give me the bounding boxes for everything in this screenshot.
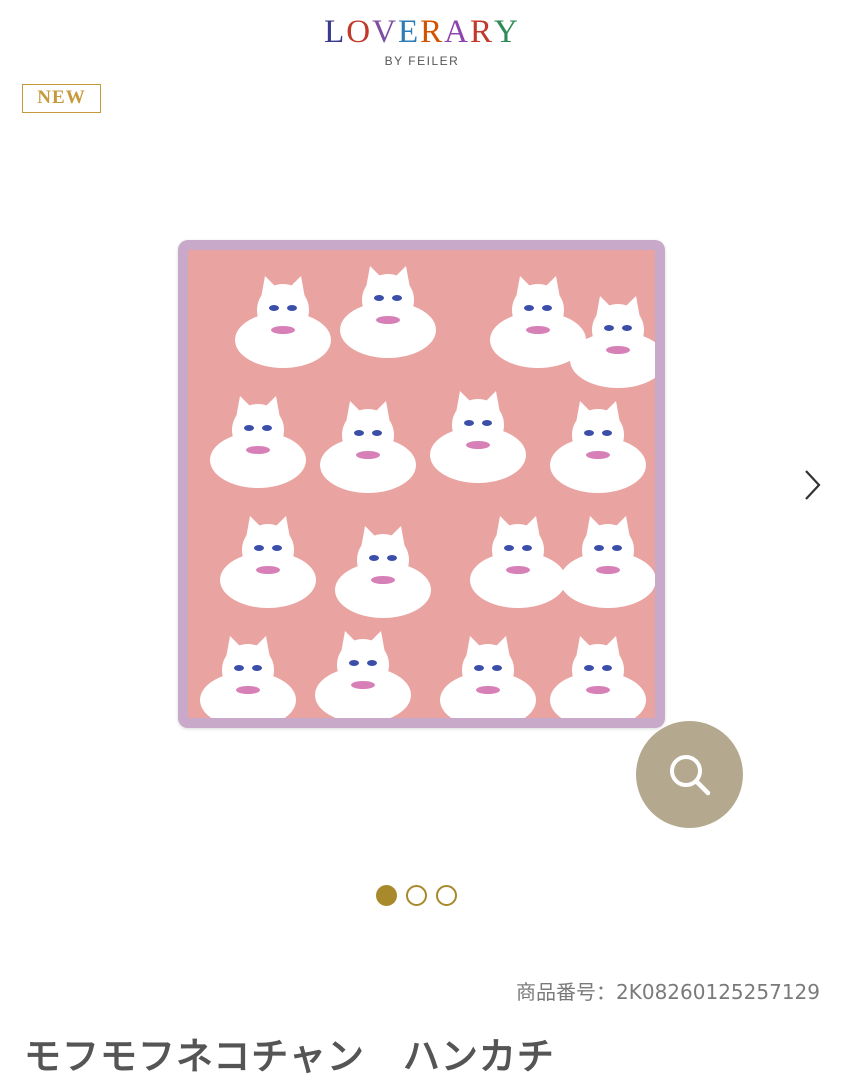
magnifier-icon xyxy=(669,754,710,795)
pagination-dot-3[interactable] xyxy=(436,885,457,906)
logo-wordmark: LOVERARY xyxy=(324,14,520,50)
logo-letter: V xyxy=(372,14,398,50)
product-code: 商品番号：2K08260125257129 xyxy=(516,980,820,1004)
logo-letter: O xyxy=(346,14,373,50)
chevron-right-icon xyxy=(805,470,821,500)
cat-pattern-image xyxy=(188,250,655,718)
product-title: モフモフネコチャン ハンカチ xyxy=(24,1035,555,1078)
logo-letter: L xyxy=(324,14,347,50)
product-image[interactable] xyxy=(178,240,665,728)
logo-subtitle: BY FEILER xyxy=(384,54,460,68)
logo-letter: R xyxy=(420,14,445,50)
logo-letter: A xyxy=(444,14,471,50)
brand-logo[interactable]: LOVERARY BY FEILER xyxy=(0,14,844,68)
zoom-button[interactable] xyxy=(636,721,743,828)
logo-letter: Y xyxy=(494,14,520,50)
pagination-dot-1[interactable] xyxy=(376,885,397,906)
gallery-pagination xyxy=(376,885,457,906)
pagination-dot-2[interactable] xyxy=(406,885,427,906)
logo-letter: R xyxy=(470,14,495,50)
new-badge: NEW xyxy=(22,84,101,113)
next-image-button[interactable] xyxy=(800,468,824,502)
logo-letter: E xyxy=(397,14,421,50)
